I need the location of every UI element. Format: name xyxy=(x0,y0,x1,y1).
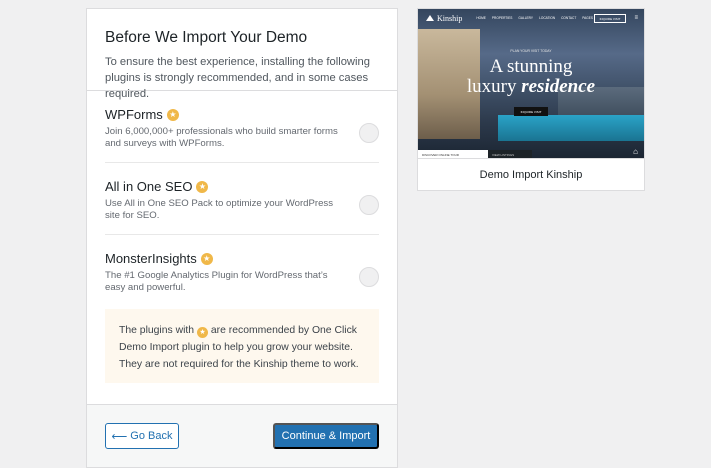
plugin-name-label: MonsterInsights xyxy=(105,251,197,266)
star-icon: ★ xyxy=(196,180,209,193)
demo-nav-item: LOCATION xyxy=(539,16,556,20)
demo-hero-subtitle: PLAN YOUR VISIT TODAY xyxy=(510,49,552,53)
demo-logo: Kinship xyxy=(426,14,462,23)
demo-nav-item: GALLERY xyxy=(518,16,534,20)
demo-nav-items: HOME PROPERTIES GALLERY LOCATION CONTACT… xyxy=(476,16,593,20)
demo-nav-item: PROPERTIES xyxy=(491,16,513,20)
plugin-item-wpforms: WPForms ★ Join 6,000,000+ professionals … xyxy=(105,91,379,163)
pool-image xyxy=(498,115,644,141)
demo-hero-line2-plain: luxury xyxy=(466,76,517,97)
demo-nav-button: INQUIRE VISIT xyxy=(594,14,626,23)
plugin-select-toggle[interactable] xyxy=(359,123,379,143)
demo-nav-item: HOME xyxy=(476,16,486,20)
demo-preview-card[interactable]: Kinship HOME PROPERTIES GALLERY LOCATION… xyxy=(417,8,645,191)
star-icon: ★ xyxy=(166,108,179,121)
arrow-left-icon: ⟵ xyxy=(111,430,128,443)
plugin-select-toggle[interactable] xyxy=(359,267,379,287)
modal-header: Before We Import Your Demo To ensure the… xyxy=(87,9,397,100)
roof-icon xyxy=(426,15,434,21)
continue-import-button[interactable]: Continue & Import xyxy=(273,423,379,449)
plugin-name: WPForms ★ xyxy=(105,107,379,122)
mouse-icon: ⌂ xyxy=(633,147,638,156)
demo-nav-item: CONTACT xyxy=(561,16,577,20)
plugin-name-label: All in One SEO xyxy=(105,179,193,194)
go-back-label: Go Back xyxy=(130,430,173,442)
demo-screenshot: Kinship HOME PROPERTIES GALLERY LOCATION… xyxy=(418,9,644,159)
plugin-name: MonsterInsights ★ xyxy=(105,251,379,266)
demo-hero-line2-emphasis: residence xyxy=(521,76,596,97)
plugin-description: Use All in One SEO Pack to optimize your… xyxy=(105,198,334,221)
star-icon: ★ xyxy=(196,327,208,338)
demo-hero-line2: luxury residence xyxy=(418,76,644,98)
demo-hero-line1: A stunning xyxy=(489,56,573,77)
hamburger-icon: ≡ xyxy=(634,15,638,21)
notice-text-before: The plugins with xyxy=(119,325,195,336)
demo-caption: Demo Import Kinship xyxy=(418,158,644,190)
plugin-name-label: WPForms xyxy=(105,107,163,122)
modal-title: Before We Import Your Demo xyxy=(105,29,308,46)
plugin-description: Join 6,000,000+ professionals who build … xyxy=(105,126,338,149)
recommended-notice: The plugins with ★ are recommended by On… xyxy=(105,309,379,383)
demo-logo-text: Kinship xyxy=(437,13,463,23)
plugin-item-all-in-one-seo: All in One SEO ★ Use All in One SEO Pack… xyxy=(105,163,379,235)
import-modal: Before We Import Your Demo To ensure the… xyxy=(86,8,398,468)
go-back-button[interactable]: ⟵ Go Back xyxy=(105,423,179,449)
demo-hero-button: INQUIRE VISIT xyxy=(514,107,548,116)
plugin-item-monsterinsights: MonsterInsights ★ The #1 Google Analytic… xyxy=(105,235,379,307)
star-icon: ★ xyxy=(200,252,213,265)
plugin-description: The #1 Google Analytics Plugin for WordP… xyxy=(105,270,328,293)
plugin-list: WPForms ★ Join 6,000,000+ professionals … xyxy=(87,91,397,307)
plugin-name: All in One SEO ★ xyxy=(105,179,379,194)
plugin-select-toggle[interactable] xyxy=(359,195,379,215)
demo-nav-item: PAGES xyxy=(582,16,594,20)
demo-nav: Kinship HOME PROPERTIES GALLERY LOCATION… xyxy=(418,9,644,27)
modal-footer: ⟵ Go Back Continue & Import xyxy=(87,404,397,467)
